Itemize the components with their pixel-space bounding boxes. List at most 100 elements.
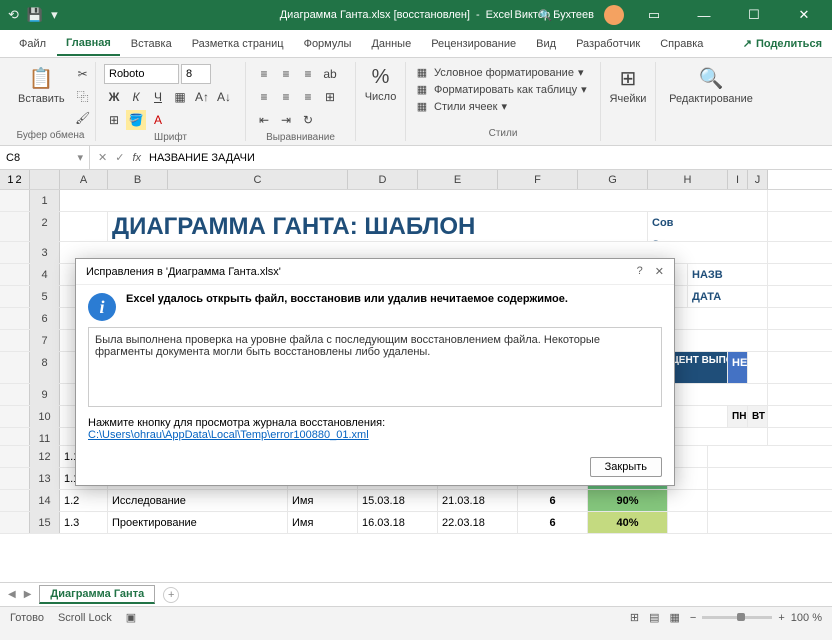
wrap-text-icon[interactable]: ab (320, 64, 340, 84)
italic-button[interactable]: К (126, 87, 146, 107)
autosave-icon[interactable]: ⟲ (8, 7, 19, 23)
format-painter-icon[interactable]: 🖌 (73, 108, 93, 128)
col-header[interactable]: F (498, 170, 578, 189)
col-header[interactable]: C (168, 170, 348, 189)
col-header[interactable]: D (348, 170, 418, 189)
number-format-button[interactable]: % Число (364, 64, 397, 105)
dialog-log-link[interactable]: C:\Users\ohrau\AppData\Local\Temp\error1… (88, 429, 369, 441)
ribbon-options-icon[interactable]: ▭ (634, 7, 674, 23)
tab-help[interactable]: Справка (651, 33, 712, 55)
tab-formulas[interactable]: Формулы (295, 33, 361, 55)
tab-nav-prev[interactable]: ◀ (8, 589, 16, 600)
cut-icon[interactable]: ✂ (73, 64, 93, 84)
underline-button[interactable]: Ч (148, 87, 168, 107)
align-right-icon[interactable]: ≡ (298, 87, 318, 107)
paste-button[interactable]: 📋 Вставить (14, 64, 69, 107)
cells-button[interactable]: ⊞ Ячейки (609, 64, 647, 107)
zoom-level[interactable]: 100 % (791, 612, 822, 624)
tab-file[interactable]: Файл (10, 33, 55, 55)
format-as-table-button[interactable]: ▦Форматировать как таблицу▾ (414, 81, 592, 98)
align-top-icon[interactable]: ≡ (254, 64, 274, 84)
dialog-help-icon[interactable]: ? (637, 265, 643, 278)
page-title[interactable]: ДИАГРАММА ГАНТА: ШАБЛОН (108, 212, 648, 241)
task-name[interactable]: Исследование (108, 490, 288, 511)
outline-level[interactable]: 12 (0, 170, 30, 189)
border-button[interactable]: ▦ (170, 87, 190, 107)
tab-nav-next[interactable]: ▶ (24, 589, 32, 600)
view-normal-icon[interactable]: ⊞ (630, 611, 639, 624)
bold-button[interactable]: Ж (104, 87, 124, 107)
row-header[interactable]: 12 (30, 446, 60, 467)
enter-formula-icon[interactable]: ✓ (115, 151, 124, 164)
align-center-icon[interactable]: ≡ (276, 87, 296, 107)
indent-dec-icon[interactable]: ⇤ (254, 110, 274, 130)
select-all-corner[interactable] (30, 170, 60, 189)
col-header[interactable]: J (748, 170, 768, 189)
close-icon[interactable]: ✕ (784, 7, 824, 23)
view-page-icon[interactable]: ▤ (649, 611, 659, 624)
col-header[interactable]: I (728, 170, 748, 189)
align-bot-icon[interactable]: ≡ (298, 64, 318, 84)
name-box[interactable]: C8▾ (0, 146, 90, 169)
row-header[interactable]: 3 (30, 242, 60, 263)
tab-developer[interactable]: Разработчик (567, 33, 649, 55)
day-header[interactable]: ПН (728, 406, 748, 427)
search-icon[interactable]: 🔍 (539, 9, 553, 22)
day-header[interactable]: ВТ (748, 406, 768, 427)
dropdown-icon[interactable]: ▾ (51, 7, 58, 23)
conditional-format-button[interactable]: ▦Условное форматирование▾ (414, 64, 592, 81)
task-end[interactable]: 21.03.18 (438, 490, 518, 511)
row-header[interactable]: 2 (30, 212, 60, 241)
cell[interactable] (748, 352, 768, 383)
task-number[interactable]: 1.2 (60, 490, 108, 511)
font-color-button[interactable]: A (148, 110, 168, 130)
row-header[interactable]: 4 (30, 264, 60, 285)
orientation-icon[interactable]: ↻ (298, 110, 318, 130)
row-header[interactable]: 5 (30, 286, 60, 307)
dialog-close-button[interactable]: Закрыть (590, 457, 662, 477)
dialog-close-icon[interactable]: ✕ (655, 265, 664, 278)
tab-insert[interactable]: Вставка (122, 33, 181, 55)
row-header[interactable]: 14 (30, 490, 60, 511)
font-grow-icon[interactable]: A↑ (192, 87, 212, 107)
task-duration[interactable]: 6 (518, 512, 588, 533)
row-header[interactable]: 8 (30, 352, 60, 383)
task-owner[interactable]: Имя (288, 512, 358, 533)
task-name[interactable]: Проектирование (108, 512, 288, 533)
side-label[interactable]: ДАТА (688, 286, 768, 307)
font-name-select[interactable] (104, 64, 179, 84)
row-header[interactable]: 11 (30, 428, 60, 445)
macro-record-icon[interactable]: ▣ (126, 611, 136, 624)
cell[interactable] (60, 190, 768, 211)
view-break-icon[interactable]: ▦ (670, 611, 680, 624)
task-percent[interactable]: 90% (588, 490, 668, 511)
fill-color-button[interactable]: 🪣 (126, 110, 146, 130)
col-header[interactable]: B (108, 170, 168, 189)
col-header[interactable]: G (578, 170, 648, 189)
col-header[interactable]: A (60, 170, 108, 189)
row-header[interactable]: 6 (30, 308, 60, 329)
row-header[interactable]: 1 (30, 190, 60, 211)
row-header[interactable]: 13 (30, 468, 60, 489)
cancel-formula-icon[interactable]: ✕ (98, 151, 107, 164)
zoom-in-icon[interactable]: + (778, 612, 784, 624)
cell-styles-button[interactable]: ▦Стили ячеек▾ (414, 98, 592, 115)
align-left-icon[interactable]: ≡ (254, 87, 274, 107)
side-label[interactable]: СовSma (648, 212, 768, 241)
task-duration[interactable]: 6 (518, 490, 588, 511)
align-mid-icon[interactable]: ≡ (276, 64, 296, 84)
fx-icon[interactable]: fx (132, 152, 141, 164)
side-label[interactable]: НАЗВ (688, 264, 768, 285)
font-shrink-icon[interactable]: A↓ (214, 87, 234, 107)
task-number[interactable]: 1.3 (60, 512, 108, 533)
row-header[interactable]: 15 (30, 512, 60, 533)
indent-inc-icon[interactable]: ⇥ (276, 110, 296, 130)
tab-home[interactable]: Главная (57, 32, 120, 56)
task-start[interactable]: 16.03.18 (358, 512, 438, 533)
row-header[interactable]: 10 (30, 406, 60, 427)
minimize-icon[interactable]: — (684, 8, 724, 23)
row-header[interactable]: 9 (30, 384, 60, 405)
task-start[interactable]: 15.03.18 (358, 490, 438, 511)
tab-view[interactable]: Вид (527, 33, 565, 55)
cell[interactable] (668, 512, 708, 533)
